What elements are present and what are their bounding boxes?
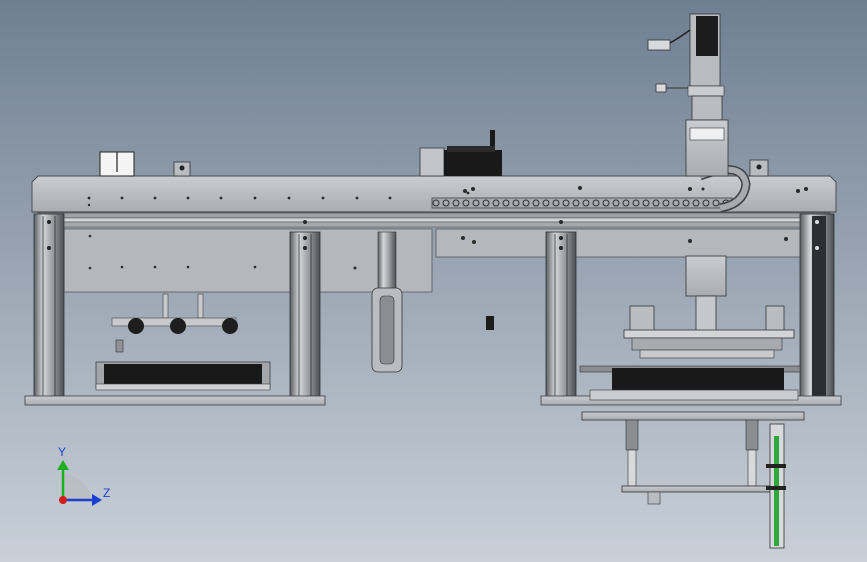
z-axis-label: Z bbox=[103, 486, 110, 500]
cad-viewport[interactable]: Y Z bbox=[0, 0, 867, 562]
frame-post-center-right bbox=[545, 231, 577, 401]
y-axis-label: Y bbox=[58, 445, 66, 459]
small-bracket-left bbox=[173, 161, 191, 177]
frame-post-center-left bbox=[289, 231, 321, 401]
triad-origin bbox=[59, 496, 67, 504]
junction-box bbox=[99, 151, 135, 177]
right-back-plate bbox=[435, 228, 807, 258]
frame-post-right bbox=[799, 213, 835, 401]
small-bracket-right bbox=[749, 159, 769, 177]
sensor-bracket bbox=[486, 316, 494, 330]
frame-post-left bbox=[33, 213, 65, 401]
left-tray-block bbox=[95, 361, 271, 391]
left-base-plate bbox=[24, 395, 326, 406]
left-back-plate bbox=[63, 228, 433, 293]
